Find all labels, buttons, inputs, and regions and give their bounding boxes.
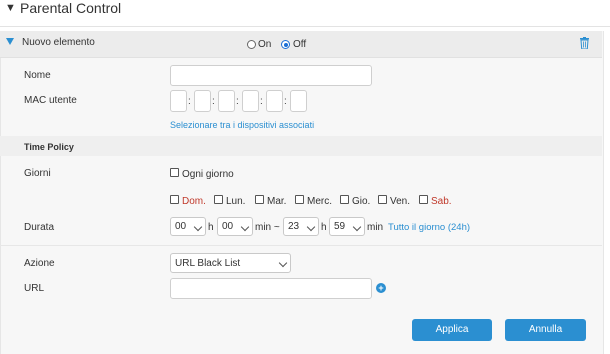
trash-icon[interactable]: [580, 37, 589, 49]
mac-octet-2[interactable]: [194, 90, 211, 112]
chevron-down-icon: [352, 222, 362, 232]
min-unit: min: [367, 222, 384, 233]
mac-octet-6[interactable]: [290, 90, 307, 112]
chevron-down-icon: [193, 222, 203, 232]
day-checkbox-ven[interactable]: [378, 195, 387, 204]
off-radio[interactable]: [281, 40, 290, 49]
hour-unit: h: [321, 222, 327, 233]
durata-label: Durata: [24, 222, 55, 233]
start-hour-select[interactable]: 00: [170, 217, 206, 236]
mac-colon: :: [212, 96, 215, 107]
ogni-giorno-label: Ogni giorno: [182, 169, 234, 180]
day-label-lun: Lun.: [226, 196, 246, 207]
hour-unit: h: [208, 222, 214, 233]
url-label: URL: [24, 283, 45, 294]
mac-octet-3[interactable]: [218, 90, 235, 112]
time-policy-band: [0, 136, 602, 156]
divider: [0, 245, 602, 246]
url-input[interactable]: [170, 278, 372, 299]
day-checkbox-dom[interactable]: [170, 195, 179, 204]
day-label-dom: Dom.: [182, 196, 206, 207]
start-min-value: 00: [222, 221, 234, 232]
mac-octet-5[interactable]: [266, 90, 283, 112]
mac-colon: :: [236, 96, 239, 107]
mac-colon: :: [260, 96, 263, 107]
cancel-button[interactable]: Annulla: [505, 319, 586, 341]
end-min-select[interactable]: 59: [329, 217, 365, 236]
day-label-ven: Ven.: [390, 196, 411, 207]
min-tilde: min ~: [255, 222, 280, 233]
day-checkbox-lun[interactable]: [214, 195, 223, 204]
add-url-plus-icon[interactable]: +: [376, 283, 386, 293]
day-label-sab: Sab.: [431, 196, 452, 207]
chevron-down-icon: [306, 222, 316, 232]
mac-label: MAC utente: [24, 95, 77, 106]
azione-select[interactable]: URL Black List: [170, 253, 291, 273]
end-min-value: 59: [334, 221, 346, 232]
day-checkbox-sab[interactable]: [419, 195, 428, 204]
select-devices-link[interactable]: Selezionare tra i dispositivi associati: [170, 120, 314, 130]
mac-octet-1[interactable]: [170, 90, 187, 112]
azione-label: Azione: [24, 258, 55, 269]
start-hour-value: 00: [175, 221, 187, 232]
end-hour-value: 23: [288, 221, 300, 232]
item-label: Nuovo elemento: [22, 37, 95, 48]
day-label-mar: Mar.: [267, 196, 287, 207]
day-checkbox-gio[interactable]: [340, 195, 349, 204]
section-title: Parental Control: [20, 0, 122, 16]
expand-triangle-icon[interactable]: [6, 38, 14, 45]
collapse-arrow-icon[interactable]: ▼: [5, 2, 16, 14]
day-checkbox-mar[interactable]: [255, 195, 264, 204]
ogni-giorno-checkbox[interactable]: [170, 168, 179, 177]
chevron-down-icon: [240, 222, 250, 232]
mac-colon: :: [284, 96, 287, 107]
off-radio-label: Off: [293, 39, 307, 50]
day-label-merc: Merc.: [307, 196, 332, 207]
on-radio-label: On: [258, 39, 272, 50]
all-day-link[interactable]: Tutto il giorno (24h): [388, 222, 470, 233]
time-policy-heading: Time Policy: [24, 142, 74, 152]
nome-input[interactable]: [170, 65, 372, 86]
day-label-gio: Gio.: [352, 196, 371, 207]
apply-button[interactable]: Applica: [412, 319, 492, 341]
on-radio[interactable]: [247, 40, 256, 49]
start-min-select[interactable]: 00: [217, 217, 253, 236]
nome-label: Nome: [24, 70, 51, 81]
chevron-down-icon: [278, 258, 288, 268]
mac-colon: :: [188, 96, 191, 107]
giorni-label: Giorni: [24, 168, 51, 179]
azione-value: URL Black List: [175, 258, 241, 269]
day-checkbox-merc[interactable]: [295, 195, 304, 204]
end-hour-select[interactable]: 23: [283, 217, 319, 236]
mac-octet-4[interactable]: [242, 90, 259, 112]
